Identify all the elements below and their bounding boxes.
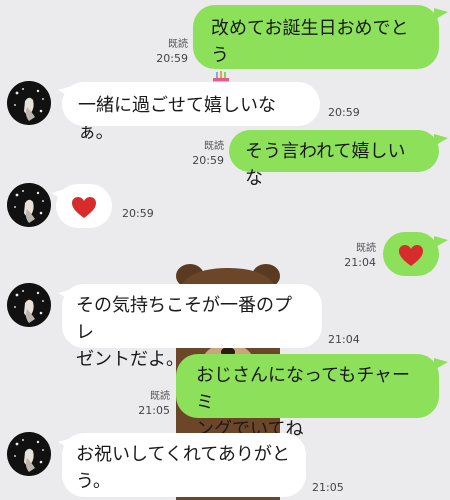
- read-receipt: 既読: [150, 391, 170, 402]
- bubble-tail: [434, 358, 448, 370]
- message-meta: 既読 20:59: [176, 140, 224, 168]
- timestamp: 21:05: [312, 481, 344, 494]
- message-incoming[interactable]: お祝いしてくれてありがと う。 21:05: [0, 428, 450, 498]
- read-receipt: 既読: [168, 39, 188, 50]
- read-receipt: 既読: [356, 243, 376, 254]
- message-text-line: おじさんになってもチャーミ: [196, 365, 411, 413]
- message-incoming[interactable]: 一緒に過ごせて嬉しいなぁ。 20:59: [0, 78, 450, 143]
- avatar-image-icon: [7, 283, 51, 327]
- chat-view: 改めてお誕生日おめでとう 既読 20:59 一緒に過ごせて嬉しいなぁ。 20:5…: [0, 0, 450, 500]
- avatar-image-icon: [7, 432, 51, 476]
- message-bubble[interactable]: 改めてお誕生日おめでとう: [193, 5, 439, 87]
- message-bubble[interactable]: [383, 232, 439, 276]
- contact-avatar[interactable]: [7, 283, 51, 327]
- message-bubble[interactable]: お祝いしてくれてありがと う。: [62, 433, 306, 497]
- message-bubble[interactable]: その気持ちこそが一番のプレ ゼントだよ。: [62, 284, 322, 370]
- contact-avatar[interactable]: [7, 432, 51, 476]
- timestamp: 21:04: [328, 333, 360, 346]
- timestamp: 20:59: [328, 106, 360, 119]
- timestamp: 21:05: [138, 404, 170, 417]
- message-text-line: う。: [76, 471, 111, 492]
- timestamp: 20:59: [156, 52, 188, 65]
- avatar-image-icon: [7, 183, 51, 227]
- contact-avatar[interactable]: [7, 81, 51, 125]
- timestamp: 20:59: [122, 207, 154, 220]
- message-text-line: お祝いしてくれてありがと: [76, 444, 290, 465]
- read-receipt: 既読: [204, 141, 224, 152]
- timestamp: 20:59: [192, 154, 224, 167]
- message-meta: 既読 20:59: [140, 38, 188, 66]
- message-text: 改めてお誕生日おめでとう: [211, 18, 409, 66]
- message-outgoing[interactable]: 改めてお誕生日おめでとう 既読 20:59: [0, 0, 450, 87]
- message-bubble[interactable]: 一緒に過ごせて嬉しいなぁ。: [62, 82, 320, 143]
- heart-emoji-icon: [72, 197, 96, 218]
- message-bubble[interactable]: おじさんになってもチャーミ ングでいてね: [176, 354, 439, 440]
- bubble-tail: [434, 236, 448, 248]
- contact-avatar[interactable]: [7, 183, 51, 227]
- message-outgoing[interactable]: 既読 21:04: [0, 230, 450, 280]
- timestamp: 21:04: [344, 256, 376, 269]
- bubble-tail: [434, 8, 448, 20]
- message-incoming[interactable]: その気持ちこそが一番のプレ ゼントだよ。 21:04: [0, 280, 450, 370]
- message-meta: 既読 21:04: [328, 242, 376, 270]
- message-outgoing[interactable]: そう言われて嬉しいな 既読 20:59: [0, 128, 450, 189]
- bubble-tail: [434, 134, 448, 146]
- message-bubble[interactable]: [56, 184, 112, 228]
- heart-emoji-icon: [399, 245, 423, 266]
- avatar-image-icon: [7, 81, 51, 125]
- message-bubble[interactable]: そう言われて嬉しいな: [229, 130, 439, 189]
- message-meta: 既読 21:05: [122, 390, 170, 418]
- message-outgoing[interactable]: おじさんになってもチャーミ ングでいてね 既読 21:05: [0, 352, 450, 440]
- message-incoming[interactable]: 20:59: [0, 180, 450, 230]
- message-text-line: その気持ちこそが一番のプレ: [76, 295, 292, 343]
